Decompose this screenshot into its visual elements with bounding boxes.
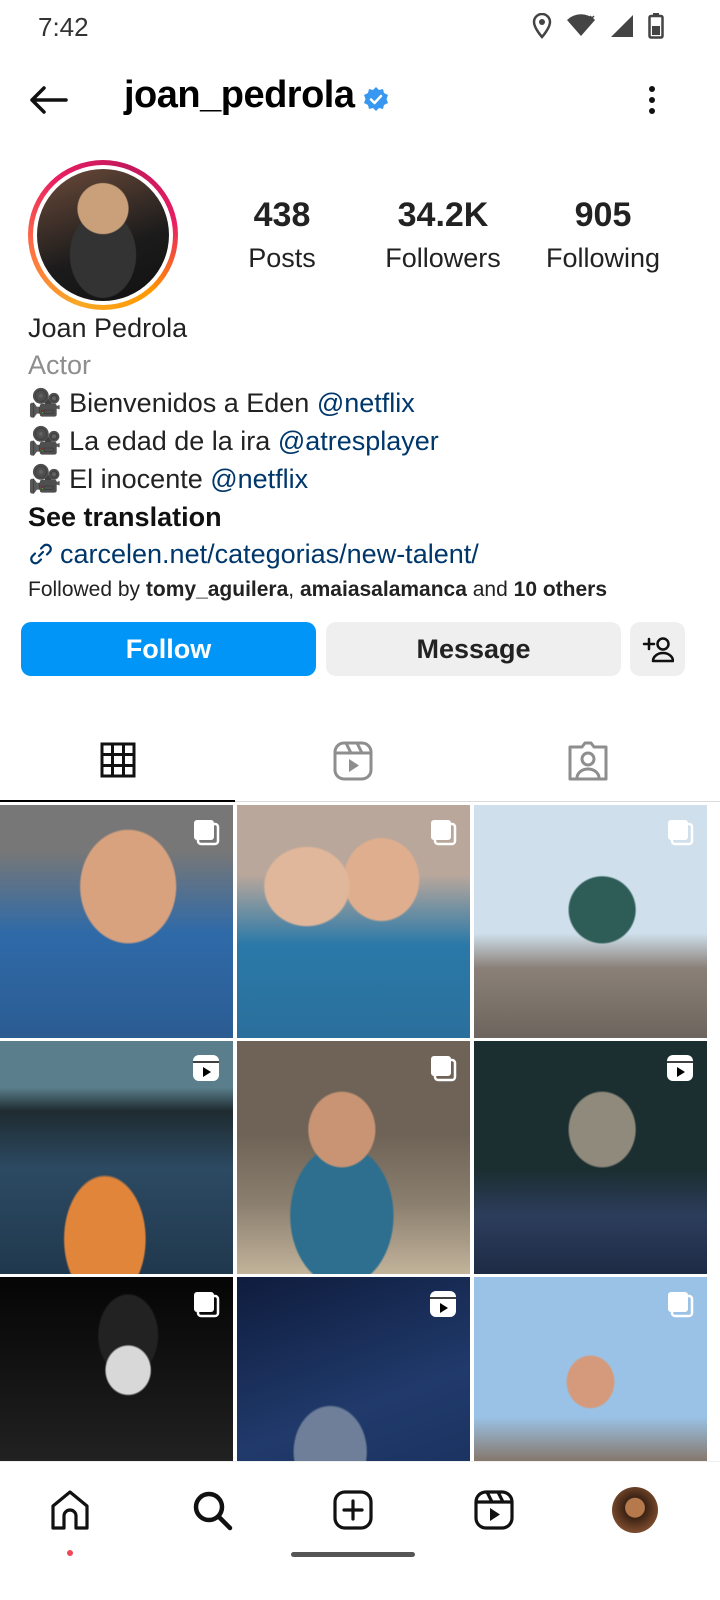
tab-reels[interactable] [235,720,470,802]
reel-icon [193,1055,219,1081]
signal-icon [611,15,633,37]
bio-line-text: El inocente [69,464,211,494]
more-options-button[interactable] [630,78,674,122]
reel-icon [667,1055,693,1081]
carousel-icon [194,1292,220,1318]
bio-line-text: Bienvenidos a Eden [69,388,317,418]
bio-mention-link[interactable]: @netflix [210,464,308,494]
reels-icon [333,741,372,781]
carousel-icon [431,1056,457,1082]
add-person-icon [642,637,674,663]
post-thumbnail[interactable] [237,805,470,1038]
status-bar: 7:42 [0,0,720,52]
followed-by-others: 10 others [513,578,608,601]
bio-mention-link[interactable]: @netflix [317,388,415,418]
movie-camera-emoji: 🎥 [28,426,62,456]
bottom-navigation [0,1461,720,1600]
carousel-icon [668,820,694,846]
home-icon [51,1490,89,1530]
verified-badge-icon [364,87,388,111]
see-translation-link[interactable]: See translation [28,498,698,536]
followed-by-user: tomy_aguilera [145,578,289,601]
post-thumbnail[interactable] [474,805,707,1038]
nav-search[interactable] [182,1480,242,1540]
message-button[interactable]: Message [326,622,621,676]
tab-posts-grid[interactable] [0,720,235,802]
nav-reels[interactable] [464,1480,524,1540]
profile-avatar [612,1487,658,1533]
nav-home[interactable] [40,1480,100,1540]
wifi-icon [567,14,595,36]
bio-website-url: carcelen.net/categorias/new-talent/ [60,539,479,569]
profile-stats: 438 Posts 34.2K Followers 905 Following [0,196,720,286]
reels-icon [474,1490,514,1530]
stat-following-value: 905 [574,196,632,234]
suggested-accounts-button[interactable] [630,622,685,676]
tagged-icon [568,741,607,781]
tab-tagged[interactable] [470,720,705,802]
posts-grid [0,805,720,1461]
reel-icon [430,1291,456,1317]
profile-bio: Joan Pedrola Actor 🎥 Bienvenidos a Eden … [28,310,698,608]
followed-by-text[interactable]: Followed by tomy_aguilera, amaiasalamanc… [28,572,698,608]
nav-profile[interactable] [605,1480,665,1540]
stat-followers-value: 34.2K [397,196,489,234]
location-icon [532,13,552,39]
movie-camera-emoji: 🎥 [28,388,62,418]
post-thumbnail[interactable] [237,1277,470,1461]
back-arrow-icon [30,86,68,114]
carousel-icon [668,1292,694,1318]
followed-by-separator: , [288,578,300,601]
carousel-icon [431,820,457,846]
stat-posts-label: Posts [248,243,316,273]
post-thumbnail[interactable] [0,805,233,1038]
more-vertical-icon [649,86,655,114]
status-time: 7:42 [38,12,89,42]
stat-posts[interactable]: 438 Posts [232,196,332,274]
bio-line: 🎥 Bienvenidos a Eden @netflix [28,384,698,422]
nav-create[interactable] [323,1480,383,1540]
stat-followers[interactable]: 34.2K Followers [378,196,508,274]
post-thumbnail[interactable] [0,1277,233,1461]
carousel-icon [194,820,220,846]
post-thumbnail[interactable] [474,1277,707,1461]
link-icon [30,543,52,565]
profile-header: joan_pedrola [0,60,720,140]
followed-by-and: and [466,578,514,601]
post-thumbnail[interactable] [237,1041,470,1274]
bio-display-name: Joan Pedrola [28,313,188,343]
profile-content-tabs [0,720,720,802]
stat-following-label: Following [545,243,661,273]
stat-followers-label: Followers [385,243,501,273]
bio-website-link[interactable]: carcelen.net/categorias/new-talent/ [28,536,698,572]
battery-icon [648,13,664,39]
bio-line: 🎥 La edad de la ira @atresplayer [28,422,698,460]
followed-by-user: amaiasalamanca [299,578,467,601]
home-notification-dot [67,1550,73,1556]
post-thumbnail[interactable] [474,1041,707,1274]
grid-icon [100,742,135,778]
profile-username: joan_pedrola [124,74,355,116]
followed-by-prefix: Followed by [28,578,146,601]
stat-following[interactable]: 905 Following [538,196,668,274]
create-icon [333,1490,373,1530]
bio-category: Actor [28,350,92,380]
search-icon [193,1491,233,1531]
bio-mention-link[interactable]: @atresplayer [278,426,439,456]
back-button[interactable] [26,78,70,122]
movie-camera-emoji: 🎥 [28,464,62,494]
stat-posts-value: 438 [253,196,311,234]
status-icons [532,12,664,40]
bio-line-text: La edad de la ira [69,426,278,456]
gesture-home-indicator [291,1552,415,1557]
bio-line: 🎥 El inocente @netflix [28,460,698,498]
follow-button[interactable]: Follow [21,622,316,676]
post-thumbnail[interactable] [0,1041,233,1274]
